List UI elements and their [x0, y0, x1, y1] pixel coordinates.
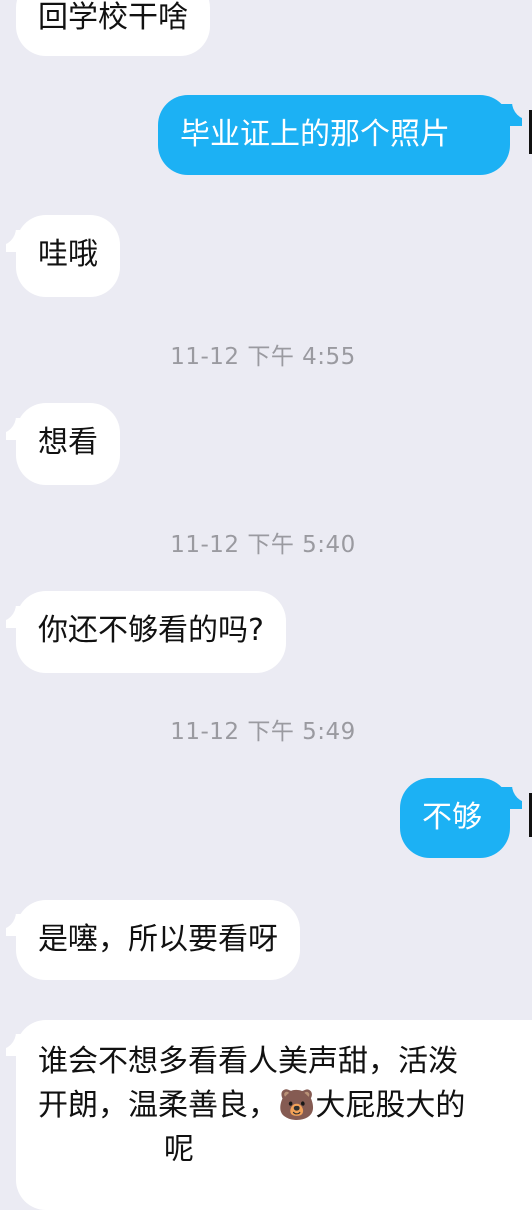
message-text: 哇哦 [38, 237, 98, 272]
bubble-tail [0, 600, 28, 628]
bubble-tail [500, 781, 532, 809]
message-text-line: 开朗，温柔善良，🐻大屁股大的 [38, 1084, 532, 1128]
message-bubble-incoming[interactable]: 哇哦 [16, 215, 120, 297]
message-text: 不够 [422, 800, 482, 835]
message-bubble-incoming[interactable]: 你还不够看的吗? [16, 591, 286, 673]
timestamp: 11-12 下午 5:40 [170, 532, 356, 558]
message-text: 你还不够看的吗? [38, 613, 264, 648]
bubble-tail [0, 1028, 28, 1056]
message-text-line: 谁会不想多看看人美声甜，活泼 [38, 1044, 458, 1079]
bubble-tail [0, 908, 28, 936]
message-bubble-incoming[interactable]: 回学校干啥 [16, 0, 210, 56]
chat-thread: 回学校干啥 毕业证上的那个照片 哇哦 11-12 下午 4:55 想看 11-1… [0, 0, 532, 1210]
message-text-segment: 呢 [164, 1132, 194, 1167]
message-text-segment: 开朗，温柔善良， [38, 1088, 278, 1123]
message-text: 是噻，所以要看呀 [38, 922, 278, 957]
message-bubble-incoming[interactable]: 是噻，所以要看呀 [16, 900, 300, 980]
bear-emoji-icon: 🐻 [278, 1088, 316, 1123]
timestamp: 11-12 下午 5:49 [170, 719, 356, 745]
message-text: 想看 [38, 425, 98, 460]
timestamp: 11-12 下午 4:55 [170, 344, 356, 370]
bubble-tail [500, 98, 532, 126]
message-bubble-incoming[interactable]: 想看 [16, 403, 120, 485]
message-text: 回学校干啥 [38, 0, 188, 35]
message-text-segment: 大屁股大的 [315, 1088, 466, 1123]
message-bubble-outgoing[interactable]: 不够 [400, 778, 510, 858]
message-bubble-outgoing[interactable]: 毕业证上的那个照片 [158, 95, 510, 175]
bubble-tail [0, 412, 28, 440]
message-bubble-incoming[interactable]: 谁会不想多看看人美声甜，活泼 开朗，温柔善良，🐻大屁股大的 呢 [16, 1020, 532, 1210]
bubble-tail [0, 224, 28, 252]
message-text-line: 呢 [38, 1128, 532, 1172]
message-text: 毕业证上的那个照片 [180, 117, 450, 152]
